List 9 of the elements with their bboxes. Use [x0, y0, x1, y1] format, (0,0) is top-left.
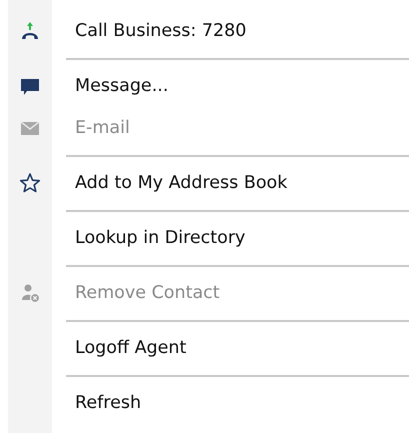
- menu-item[interactable]: Message...: [75, 74, 168, 98]
- person-remove-icon: [19, 282, 41, 304]
- menu-item[interactable]: Logoff Agent: [75, 336, 186, 360]
- menu-item[interactable]: Refresh: [75, 391, 142, 415]
- star-icon: [19, 172, 41, 194]
- menu-item[interactable]: Lookup in Directory: [75, 226, 246, 250]
- menu-item[interactable]: Call Business: 7280: [75, 19, 246, 43]
- phone-icon: [19, 20, 41, 42]
- menu-item[interactable]: Add to My Address Book: [75, 171, 288, 195]
